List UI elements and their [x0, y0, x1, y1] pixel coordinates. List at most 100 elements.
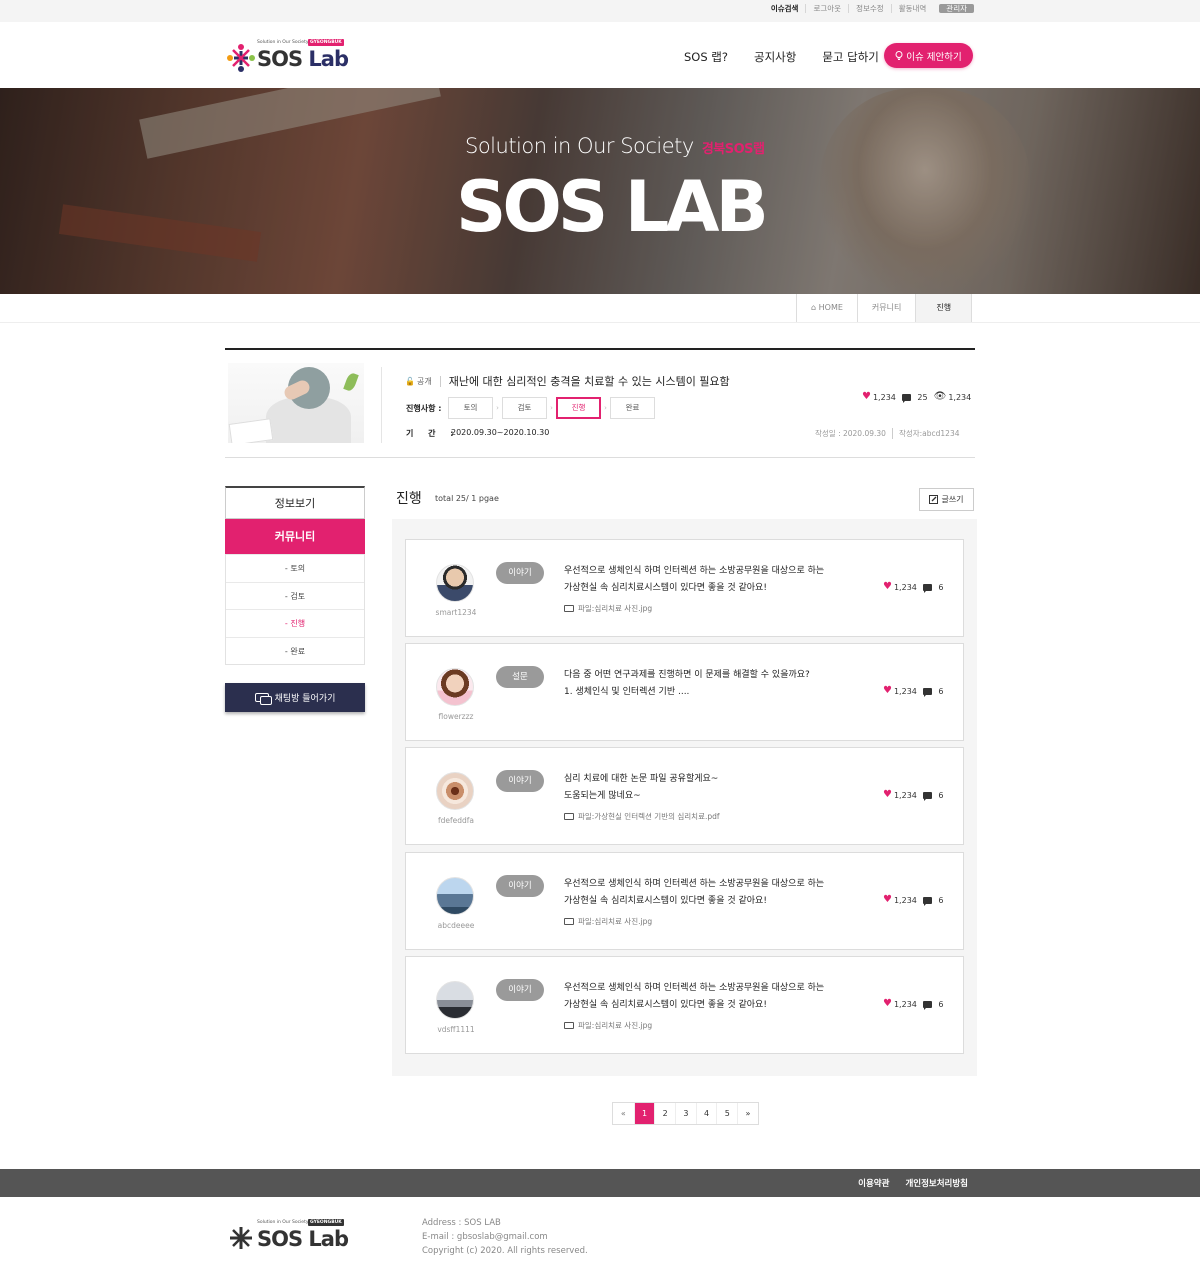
terms-link[interactable]: 이용약관: [858, 1177, 889, 1189]
attachment-name: 파일:심리치료 사진.jpg: [578, 1021, 653, 1030]
post-comments: 6: [938, 582, 944, 592]
page-button-4[interactable]: 4: [695, 1103, 717, 1124]
breadcrumb-home-label: HOME: [818, 303, 843, 312]
sidebar-info-tab[interactable]: 정보보기: [225, 486, 365, 519]
footer-copyright: Copyright (c) 2020. All rights reserved.: [422, 1246, 588, 1256]
activity-link[interactable]: 활동내역: [890, 4, 934, 13]
comment-icon: [922, 583, 932, 593]
hero-title: SOS LAB: [456, 166, 769, 248]
chat-room-label: 채팅방 들어가기: [274, 694, 336, 704]
edit-info-link[interactable]: 정보수정: [848, 4, 891, 13]
breadcrumb-current[interactable]: 진행: [916, 294, 973, 322]
sidebar-item-in-progress[interactable]: - 진행: [226, 609, 364, 637]
post-card[interactable]: smart1234 이야기 우선적으로 생체인식 하며 인터렉션 하는 소방공무…: [405, 539, 964, 637]
page-prev-button[interactable]: «: [613, 1103, 634, 1124]
user-avatar: [436, 981, 474, 1019]
attachment-name: 파일:가상현실 인터렉션 기반의 심리치료.pdf: [578, 812, 720, 821]
post-attachment[interactable]: 파일:심리치료 사진.jpg: [564, 1020, 652, 1031]
page-button-3[interactable]: 3: [675, 1103, 696, 1124]
post-line: 심리 치료에 대한 논문 파일 공유할게요~: [564, 774, 719, 784]
issue-search-link[interactable]: 이슈검색: [764, 4, 806, 13]
issue-views: 👁 1,234: [934, 392, 972, 402]
logo-region-badge: GYEONGBUK: [308, 1219, 344, 1226]
user-avatar: [436, 772, 474, 810]
sidebar-community-tab[interactable]: 커뮤니티: [225, 519, 365, 554]
post-attachment[interactable]: 파일:심리치료 사진.jpg: [564, 603, 652, 614]
folder-icon: [564, 918, 574, 925]
comment-icon: [922, 896, 932, 906]
hero-subtitle-text: Solution in Our Society: [465, 134, 694, 158]
post-content: 다음 중 어떤 연구과제를 진행하면 이 문제를 해결할 수 있을까요? 1. …: [564, 667, 810, 700]
post-stats: ♥ 1,234 6: [883, 685, 944, 697]
footer-bar: 이용약관 개인정보처리방침: [0, 1169, 1200, 1197]
hero-subtitle: Solution in Our Society 경북SOS랩: [465, 134, 765, 158]
user-avatar: [436, 564, 474, 602]
folder-icon: [564, 605, 574, 612]
suggest-issue-button[interactable]: 이슈 제안하기: [884, 43, 973, 68]
post-card[interactable]: abcdeeee 이야기 우선적으로 생체인식 하며 인터렉션 하는 소방공무원…: [405, 852, 964, 950]
divider: [0, 322, 1200, 323]
issue-period: 기 간 : 2020.09.30~2020.10.30: [406, 428, 549, 439]
issue-comments-count: 25: [917, 392, 928, 402]
nav-item-about[interactable]: SOS 랩?: [684, 49, 728, 65]
list-title: 진행: [396, 491, 422, 507]
admin-badge-button[interactable]: 관리자: [939, 4, 974, 13]
breadcrumb-community[interactable]: 커뮤니티: [858, 294, 917, 322]
utility-links: 이슈검색 로그아웃 정보수정 활동내역 관리자: [764, 4, 974, 13]
main-nav: SOS 랩? 공지사항 묻고 답하기: [684, 49, 879, 65]
nav-item-notice[interactable]: 공지사항: [754, 49, 796, 65]
site-logo[interactable]: Solution in Our Society Lab GYEONGBUK SO…: [226, 39, 349, 74]
post-line: 가상현실 속 심리치료시스템이 있다면 좋을 것 같아요!: [564, 895, 767, 906]
footer-links: 이용약관 개인정보처리방침: [858, 1177, 968, 1189]
chevron-right-icon: ›: [550, 404, 553, 412]
post-card[interactable]: flowerzzz 설문 다음 중 어떤 연구과제를 진행하면 이 문제를 해결…: [405, 643, 964, 741]
folder-icon: [564, 1022, 574, 1029]
nav-item-qna[interactable]: 묻고 답하기: [822, 49, 879, 65]
visibility-text: 공개: [416, 376, 432, 386]
logo-word-sos: SOS: [257, 47, 303, 71]
issue-top-border: [225, 348, 975, 350]
heart-icon: ♥: [883, 894, 892, 905]
heart-icon: ♥: [883, 685, 892, 696]
comment-icon: [922, 1000, 932, 1010]
post-category-tag: 이야기: [496, 875, 544, 897]
page-next-button[interactable]: »: [737, 1103, 758, 1124]
post-likes: 1,234: [893, 999, 917, 1009]
logo-wordmark: SOS Lab: [257, 1227, 349, 1251]
post-stats: ♥ 1,234 6: [883, 790, 944, 801]
privacy-link[interactable]: 개인정보처리방침: [905, 1177, 968, 1189]
post-card[interactable]: vdsff1111 이야기 우선적으로 생체인식 하며 인터렉션 하는 소방공무…: [405, 956, 964, 1054]
post-content: 심리 치료에 대한 논문 파일 공유할게요~ 도움되는게 많네요~: [564, 771, 718, 804]
breadcrumb-home[interactable]: ⌂ HOME: [797, 294, 858, 322]
post-card[interactable]: fdefeddfa 이야기 심리 치료에 대한 논문 파일 공유할게요~ 도움되…: [405, 747, 964, 845]
logo-word-lab: Lab: [308, 47, 349, 71]
post-attachment[interactable]: 파일:심리치료 사진.jpg: [564, 916, 652, 927]
page-button-1[interactable]: 1: [633, 1103, 655, 1124]
logout-link[interactable]: 로그아웃: [805, 4, 848, 13]
logo-mark-icon: [230, 1227, 252, 1249]
issue-likes-count: 1,234: [872, 392, 896, 402]
sidebar-item-review[interactable]: - 검토: [226, 581, 364, 610]
post-category-tag: 설문: [496, 666, 544, 688]
post-likes: 1,234: [893, 686, 917, 696]
unlock-icon: 🔓: [405, 376, 415, 386]
list-total: total 25/ 1 pgae: [435, 494, 499, 503]
period-value: 2020.09.30~2020.10.30: [451, 428, 550, 437]
issue-thumbnail: [228, 363, 364, 443]
post-attachment[interactable]: 파일:가상현실 인터렉션 기반의 심리치료.pdf: [564, 811, 720, 822]
progress-steps: 진행사항 : 토의 › 검토 › 진행 › 완료: [406, 397, 655, 419]
heart-icon: ♥: [883, 998, 892, 1009]
breadcrumb: ⌂ HOME 커뮤니티 진행: [796, 294, 973, 322]
site-header: Solution in Our Society Lab GYEONGBUK SO…: [0, 22, 1200, 88]
chat-room-button[interactable]: 채팅방 들어가기: [225, 683, 365, 712]
write-button-label: 글쓰기: [941, 495, 964, 504]
page-button-5[interactable]: 5: [716, 1103, 737, 1124]
write-button[interactable]: 글쓰기: [919, 488, 974, 511]
logo-word-sos: SOS: [257, 1227, 303, 1251]
sidebar-item-discussion[interactable]: - 토의: [226, 554, 364, 582]
sidebar-item-done[interactable]: - 완료: [226, 636, 364, 665]
post-stats: ♥ 1,234 6: [883, 582, 944, 593]
user-avatar: [436, 877, 474, 915]
logo-region-badge: GYEONGBUK: [308, 39, 344, 46]
page-button-2[interactable]: 2: [654, 1103, 675, 1124]
